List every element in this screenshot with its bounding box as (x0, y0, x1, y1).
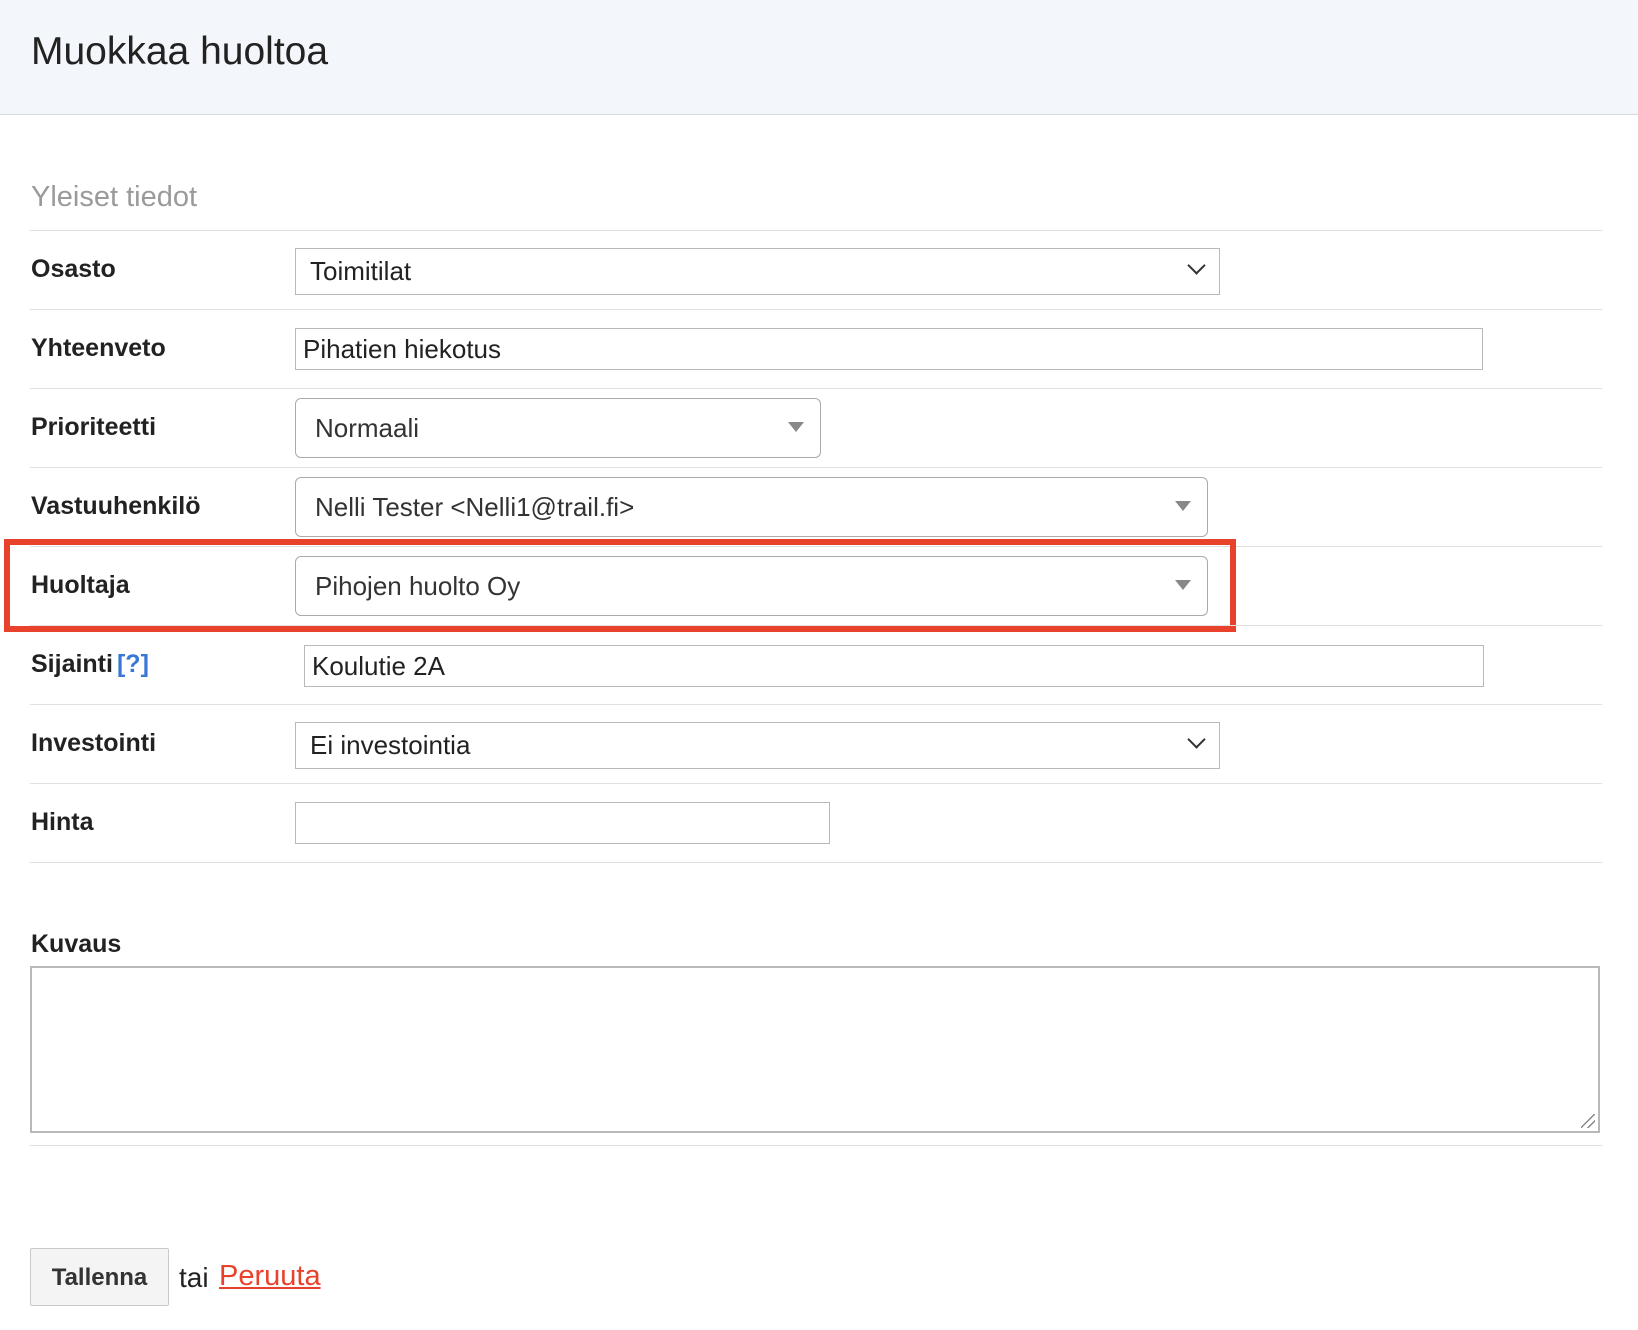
section-title: Yleiset tiedot (31, 181, 198, 213)
chevron-down-icon (1187, 730, 1206, 749)
investointi-select[interactable]: Ei investointia (295, 722, 1220, 769)
divider (30, 1145, 1602, 1146)
kuvaus-textarea[interactable] (30, 966, 1600, 1133)
divider (30, 704, 1602, 705)
dropdown-arrow-icon (788, 422, 804, 432)
prioriteetti-value: Normaali (315, 413, 420, 443)
prioriteetti-select[interactable]: Normaali (295, 398, 821, 458)
hinta-input[interactable] (295, 802, 830, 844)
divider (30, 309, 1602, 310)
hinta-label: Hinta (31, 808, 94, 836)
resize-handle-icon[interactable] (1581, 1114, 1595, 1128)
page-title: Muokkaa huoltoa (31, 30, 329, 73)
divider (30, 388, 1602, 389)
osasto-select[interactable]: Toimitilat (295, 248, 1220, 295)
sijainti-input[interactable]: Koulutie 2A (304, 645, 1484, 687)
divider (30, 862, 1602, 863)
yhteenveto-input[interactable]: Pihatien hiekotus (295, 328, 1483, 370)
kuvaus-label: Kuvaus (31, 930, 122, 958)
investointi-value: Ei investointia (310, 730, 471, 760)
osasto-label: Osasto (31, 255, 116, 283)
page-header: Muokkaa huoltoa (0, 0, 1638, 115)
vastuuhenkilo-value: Nelli Tester <Nelli1@trail.fi> (315, 492, 635, 522)
chevron-down-icon (1187, 256, 1206, 275)
yhteenveto-label: Yhteenveto (31, 334, 166, 362)
prioriteetti-label: Prioriteetti (31, 413, 157, 441)
investointi-label: Investointi (31, 729, 157, 757)
sijainti-label-text: Sijainti (31, 650, 113, 678)
highlight-box (4, 539, 1236, 632)
osasto-value: Toimitilat (310, 256, 412, 286)
sijainti-help-link[interactable]: [?] (117, 650, 149, 678)
divider (30, 230, 1602, 231)
divider (30, 783, 1602, 784)
cancel-link[interactable]: Peruuta (219, 1260, 321, 1293)
divider (30, 467, 1602, 468)
dropdown-arrow-icon (1175, 501, 1191, 511)
vastuuhenkilo-select[interactable]: Nelli Tester <Nelli1@trail.fi> (295, 477, 1208, 537)
or-text: tai (179, 1262, 209, 1293)
save-button[interactable]: Tallenna (30, 1248, 169, 1306)
divider (30, 625, 1602, 626)
sijainti-label: Sijainti [?] (31, 649, 149, 679)
vastuuhenkilo-label: Vastuuhenkilö (31, 492, 201, 520)
